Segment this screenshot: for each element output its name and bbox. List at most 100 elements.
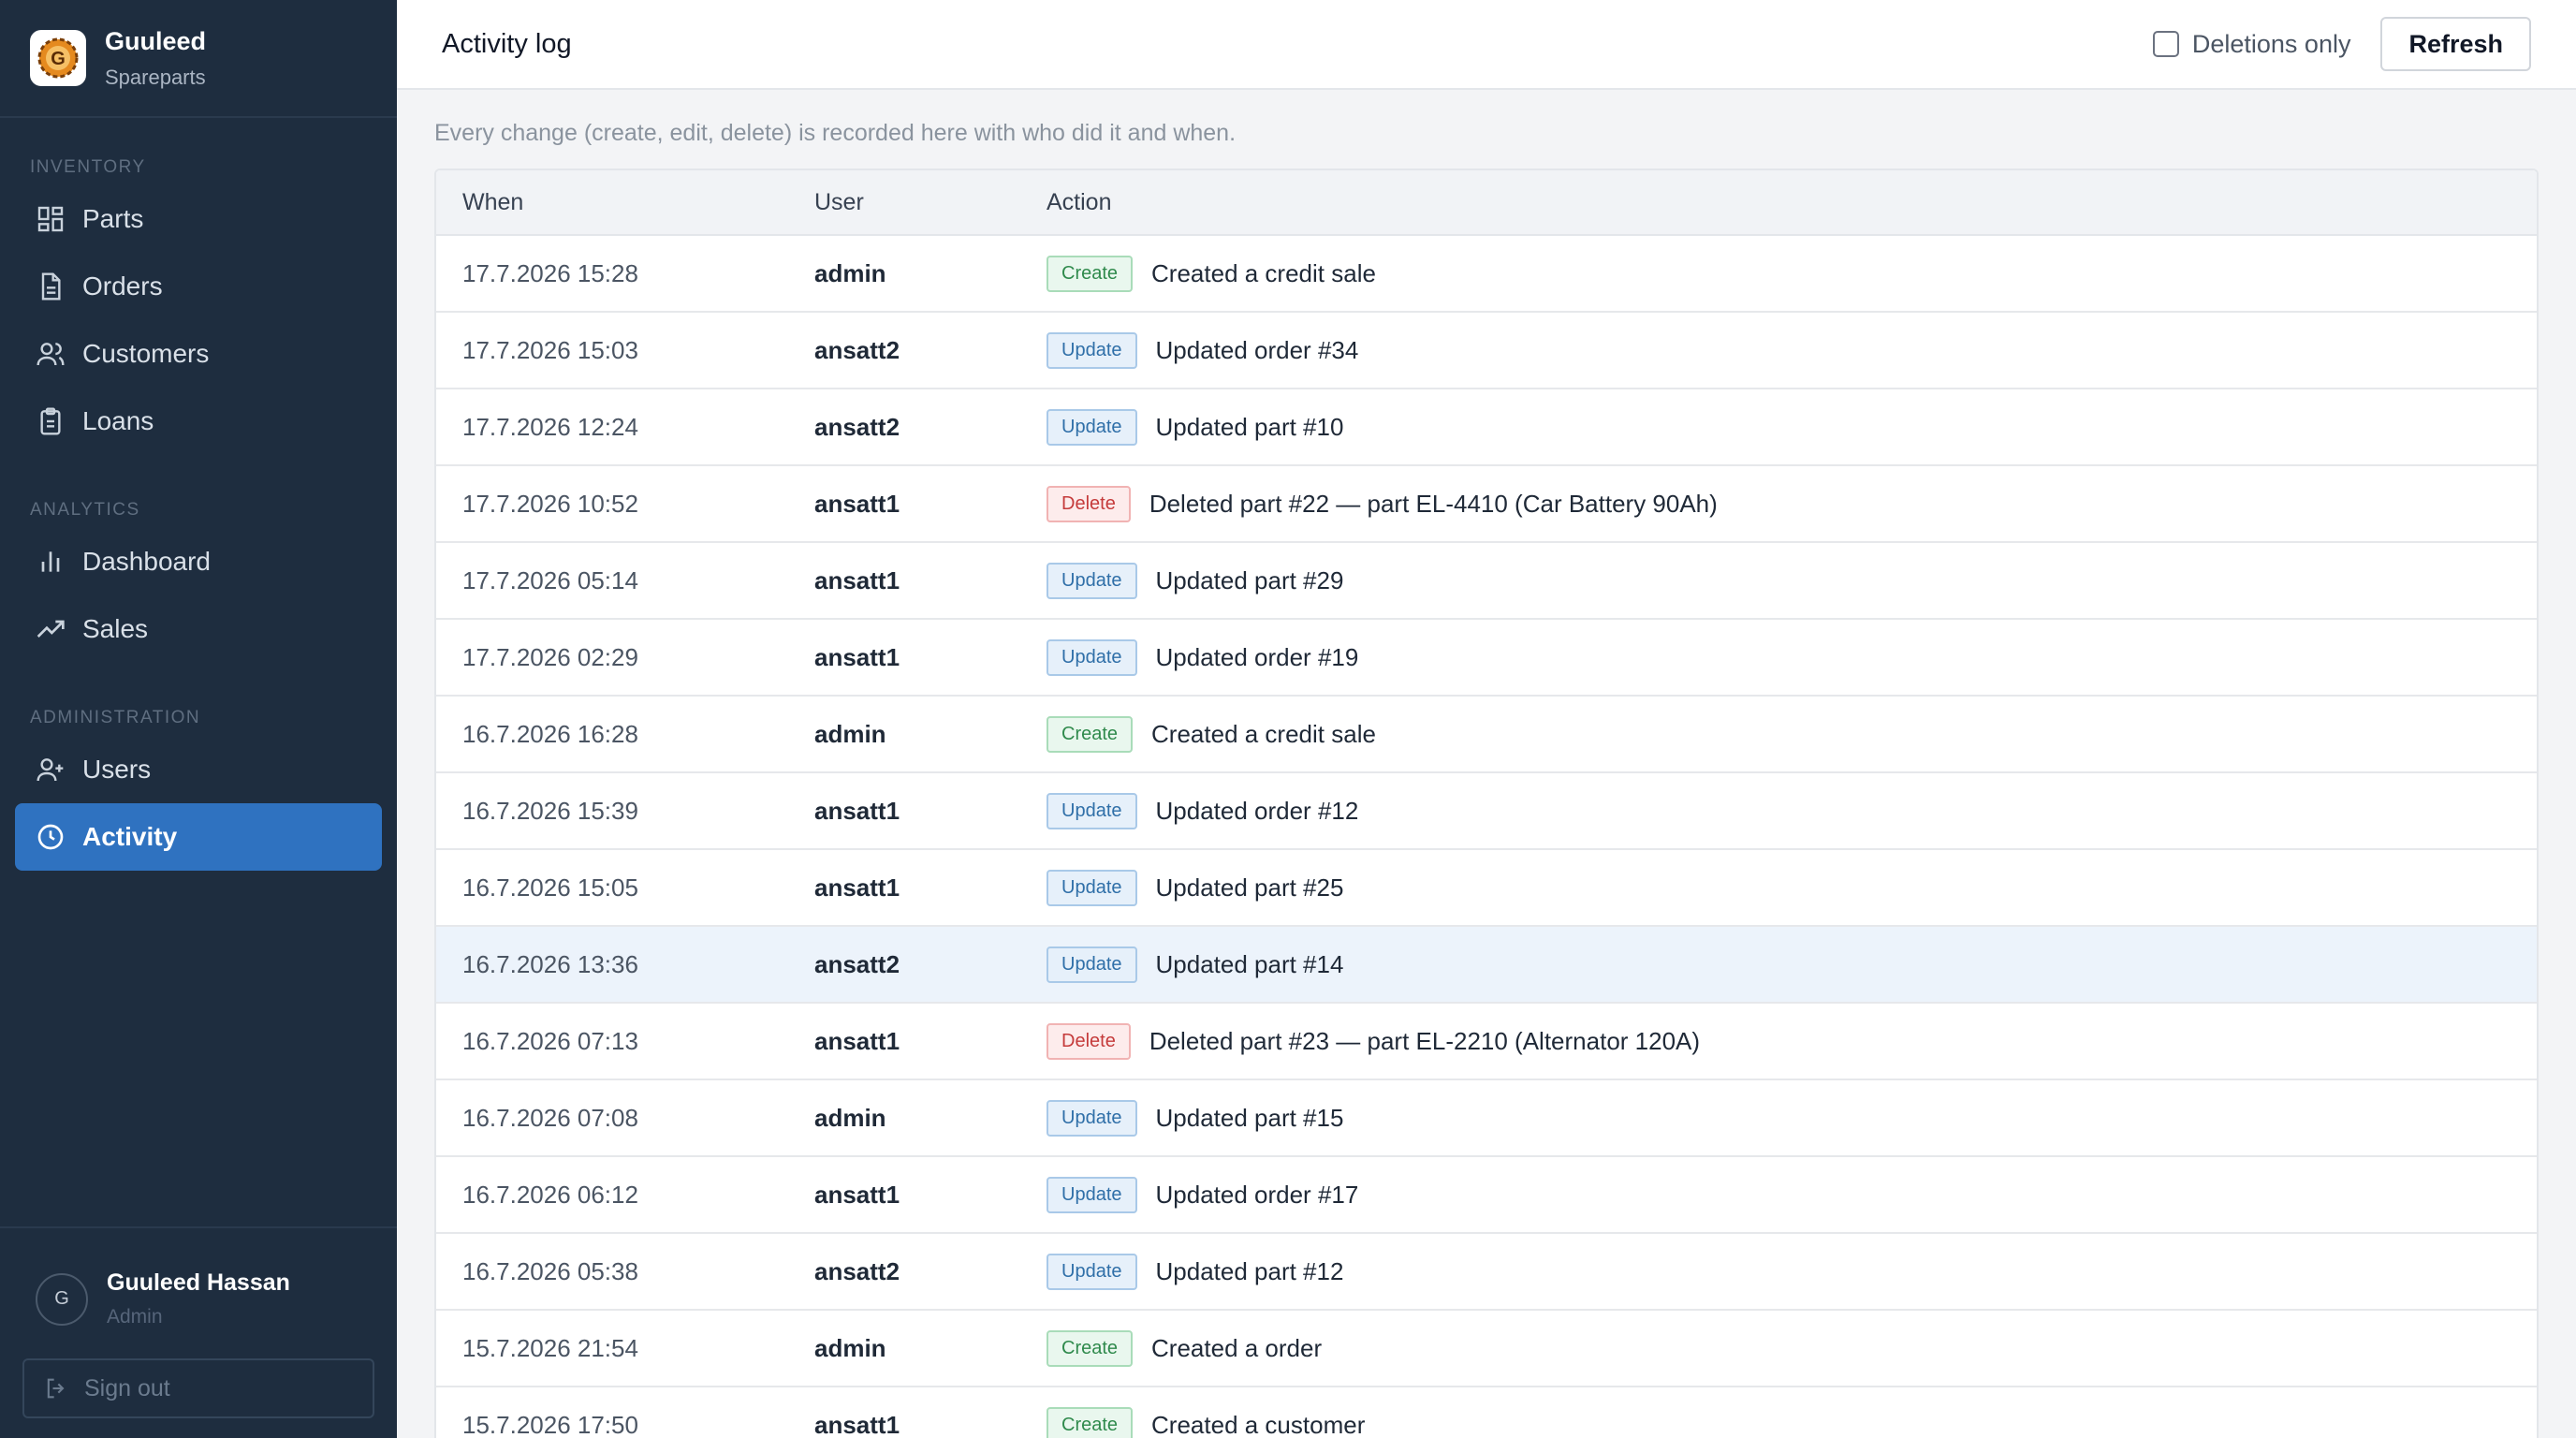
action-type-badge: Create: [1046, 255, 1134, 292]
cell-action: Update Updated part #15: [1046, 1099, 2537, 1137]
action-type-badge: Update: [1046, 562, 1137, 599]
cell-when: 17.7.2026 10:52: [462, 489, 638, 518]
cell-user: ansatt1: [814, 642, 900, 671]
sidebar-item-label: Users: [82, 755, 152, 784]
table-row[interactable]: 16.7.2026 15:05 ansatt1 Update Updated part…: [436, 850, 2537, 927]
sidebar-item-label: Activity: [82, 822, 178, 851]
action-description: Updated part #12: [1155, 1256, 1344, 1285]
cell-when: 16.7.2026 06:12: [462, 1180, 638, 1209]
action-description: Updated order #12: [1155, 796, 1359, 825]
sidebar-item-sales[interactable]: Sales: [15, 595, 382, 663]
table-row[interactable]: 17.7.2026 05:14 ansatt1 Update Updated part…: [436, 543, 2537, 620]
table-row[interactable]: 16.7.2026 15:39 ansatt1 Update Updated orde…: [436, 773, 2537, 850]
cell-action: Update Updated order #19: [1046, 638, 2537, 676]
action-description: Created a credit sale: [1151, 719, 1376, 748]
cell-user: ansatt1: [814, 873, 900, 902]
action-type-badge: Update: [1046, 638, 1137, 676]
sidebar-item-parts[interactable]: Parts: [15, 185, 382, 253]
action-description: Updated order #34: [1155, 335, 1359, 364]
action-type-badge: Update: [1046, 869, 1137, 906]
action-description: Created a order: [1151, 1333, 1323, 1362]
table-row[interactable]: 15.7.2026 17:50 ansatt1 Create Created a cu…: [436, 1387, 2537, 1438]
cell-when: 16.7.2026 05:38: [462, 1256, 638, 1285]
cell-when: 17.7.2026 02:29: [462, 642, 638, 671]
clock-icon: [34, 820, 67, 854]
cell-action: Delete Deleted part #23 — part EL-2210 (A…: [1046, 1022, 2537, 1060]
table-row[interactable]: 15.7.2026 21:54 admin Create Created a orde…: [436, 1311, 2537, 1387]
cell-when: 16.7.2026 15:39: [462, 796, 638, 825]
sidebar-item-orders[interactable]: Orders: [15, 253, 382, 320]
user-block: G Guuleed Hassan Admin Sign out: [0, 1226, 397, 1418]
sidebar-item-activity[interactable]: Activity: [15, 803, 382, 871]
table-row[interactable]: 17.7.2026 15:03 ansatt2 Update Updated orde…: [436, 313, 2537, 389]
cell-when: 16.7.2026 07:13: [462, 1026, 638, 1055]
user-plus-icon: [34, 753, 67, 786]
user-name: Guuleed Hassan: [107, 1269, 290, 1296]
cell-user: ansatt2: [814, 335, 900, 364]
main-content: Activity log Deletions only Refresh Ever…: [397, 0, 2576, 1438]
activity-table: When User Action 17.7.2026 15:28 admin Cre…: [434, 169, 2539, 1438]
page-title: Activity log: [442, 28, 572, 59]
action-type-badge: Create: [1046, 1406, 1134, 1438]
sidebar-item-customers[interactable]: Customers: [15, 320, 382, 388]
action-type-badge: Delete: [1046, 485, 1131, 522]
deletions-only-label[interactable]: Deletions only: [2192, 30, 2351, 59]
table-row[interactable]: 16.7.2026 06:12 ansatt1 Update Updated orde…: [436, 1157, 2537, 1234]
column-header-user[interactable]: User: [814, 189, 1046, 216]
cell-when: 15.7.2026 21:54: [462, 1333, 638, 1362]
cell-action: Delete Deleted part #22 — part EL-4410 (C…: [1046, 485, 2537, 522]
brand-subtitle: Spareparts: [105, 65, 206, 89]
cell-when: 17.7.2026 12:24: [462, 412, 638, 441]
section-label-inventory: INVENTORY: [30, 157, 146, 177]
sign-out-button[interactable]: Sign out: [22, 1358, 374, 1418]
cell-user: admin: [814, 1103, 886, 1132]
table-row[interactable]: 16.7.2026 05:38 ansatt2 Update Updated part…: [436, 1234, 2537, 1311]
section-label-analytics: ANALYTICS: [30, 500, 140, 520]
cell-when: 15.7.2026 17:50: [462, 1410, 638, 1438]
cell-action: Update Updated order #34: [1046, 331, 2537, 369]
column-header-action[interactable]: Action: [1046, 189, 2537, 216]
bar-chart-icon: [34, 545, 67, 579]
cell-when: 16.7.2026 13:36: [462, 949, 638, 978]
action-description: Updated order #19: [1155, 642, 1359, 671]
cell-action: Update Updated order #12: [1046, 792, 2537, 829]
table-row[interactable]: 17.7.2026 15:28 admin Create Created a cred…: [436, 236, 2537, 313]
sign-out-icon: [43, 1374, 71, 1402]
sign-out-label: Sign out: [84, 1374, 170, 1401]
cell-action: Update Updated part #29: [1046, 562, 2537, 599]
cell-action: Create Created a credit sale: [1046, 255, 2537, 292]
cell-user: ansatt2: [814, 949, 900, 978]
table-body: 17.7.2026 15:28 admin Create Created a cred…: [436, 236, 2537, 1438]
page-description: Every change (create, edit, delete) is r…: [434, 120, 1237, 146]
table-row[interactable]: 16.7.2026 16:28 admin Create Created a cred…: [436, 697, 2537, 773]
table-row[interactable]: 16.7.2026 13:36 ansatt2 Update Updated part…: [436, 927, 2537, 1004]
action-description: Created a credit sale: [1151, 258, 1376, 287]
action-type-badge: Update: [1046, 792, 1137, 829]
cell-action: Create Created a customer: [1046, 1406, 2537, 1438]
action-description: Updated part #15: [1155, 1103, 1344, 1132]
cell-user: ansatt1: [814, 796, 900, 825]
cell-user: ansatt1: [814, 489, 900, 518]
cell-user: ansatt1: [814, 1026, 900, 1055]
sidebar-item-loans[interactable]: Loans: [15, 388, 382, 455]
sidebar-item-dashboard[interactable]: Dashboard: [15, 528, 382, 595]
sidebar-item-users[interactable]: Users: [15, 736, 382, 803]
cell-when: 17.7.2026 15:28: [462, 258, 638, 287]
cell-when: 16.7.2026 15:05: [462, 873, 638, 902]
table-row[interactable]: 17.7.2026 02:29 ansatt1 Update Updated orde…: [436, 620, 2537, 697]
table-header: When User Action: [436, 170, 2537, 236]
action-type-badge: Create: [1046, 715, 1134, 753]
document-icon: [34, 270, 67, 303]
refresh-button[interactable]: Refresh: [2380, 17, 2531, 71]
action-description: Created a customer: [1151, 1410, 1366, 1438]
table-row[interactable]: 16.7.2026 07:13 ansatt1 Delete Deleted part…: [436, 1004, 2537, 1080]
table-row[interactable]: 16.7.2026 07:08 admin Update Updated part #…: [436, 1080, 2537, 1157]
brand[interactable]: G Guuleed Spareparts: [0, 0, 397, 118]
sidebar-item-label: Loans: [82, 406, 154, 435]
deletions-only-checkbox[interactable]: [2152, 31, 2179, 57]
cell-action: Create Created a credit sale: [1046, 715, 2537, 753]
brand-name: Guuleed: [105, 26, 207, 55]
column-header-when[interactable]: When: [436, 189, 814, 216]
table-row[interactable]: 17.7.2026 12:24 ansatt2 Update Updated part…: [436, 389, 2537, 466]
table-row[interactable]: 17.7.2026 10:52 ansatt1 Delete Deleted part…: [436, 466, 2537, 543]
